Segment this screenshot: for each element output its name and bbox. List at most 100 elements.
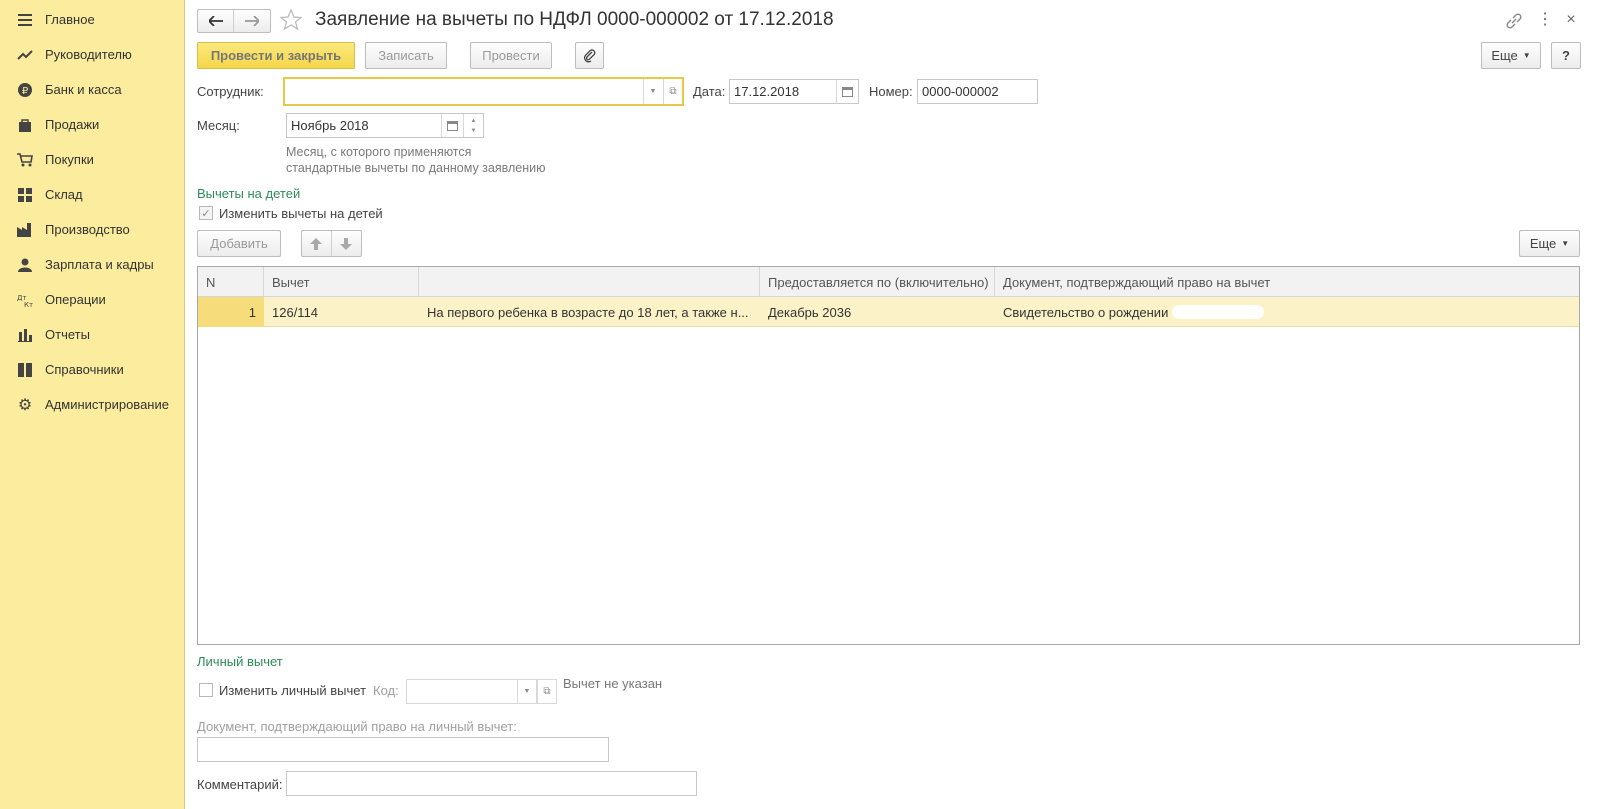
employee-open-button[interactable]: ⧉ <box>663 79 682 104</box>
sidebar-item-bank[interactable]: ₽ Банк и касса <box>0 72 184 107</box>
calendar-icon <box>842 87 853 97</box>
date-value: 17.12.2018 <box>734 84 800 99</box>
post-button[interactable]: Провести <box>470 42 552 69</box>
column-header-description[interactable] <box>419 267 760 297</box>
book-icon <box>16 362 34 378</box>
date-label: Дата: <box>693 84 726 99</box>
column-header-document[interactable]: Документ, подтверждающий право на вычет <box>995 267 1581 297</box>
date-calendar-button[interactable] <box>836 80 858 103</box>
sidebar-item-operations[interactable]: Дт Кт Операции <box>0 282 184 317</box>
chevron-down-icon[interactable]: ▼ <box>471 126 477 136</box>
personal-document-label: Документ, подтверждающий право на личный… <box>197 719 517 734</box>
trend-icon <box>16 47 34 63</box>
sidebar-item-label: Отчеты <box>45 327 90 342</box>
sidebar-item-production[interactable]: Производство <box>0 212 184 247</box>
chevron-down-icon: ▼ <box>649 88 657 95</box>
code-open-button[interactable]: ⧉ <box>537 679 557 704</box>
calendar-icon <box>447 121 458 131</box>
move-buttons <box>301 230 362 257</box>
sidebar-item-admin[interactable]: ⚙ Администрирование <box>0 387 184 422</box>
ruble-icon: ₽ <box>16 82 34 98</box>
sidebar-item-catalogs[interactable]: Справочники <box>0 352 184 387</box>
sidebar-item-warehouse[interactable]: Склад <box>0 177 184 212</box>
employee-field[interactable]: ▼ ⧉ <box>283 77 684 106</box>
more-vertical-icon[interactable]: ⋮ <box>1537 11 1553 31</box>
more-button[interactable]: Еще ▼ <box>1481 42 1541 69</box>
table-row[interactable]: 1 126/114 На первого ребенка в возрасте … <box>198 297 1579 327</box>
open-window-icon: ⧉ <box>669 86 677 97</box>
paperclip-icon <box>583 48 595 62</box>
change-personal-checkbox[interactable] <box>199 683 213 697</box>
code-dropdown-button[interactable]: ▼ <box>517 680 536 703</box>
personal-document-field[interactable] <box>197 737 609 762</box>
save-button[interactable]: Записать <box>365 42 447 69</box>
change-personal-label: Изменить личный вычет <box>219 683 367 698</box>
post-and-close-button[interactable]: Провести и закрыть <box>197 42 355 69</box>
month-value: Ноябрь 2018 <box>291 118 369 133</box>
employee-dropdown-button[interactable]: ▼ <box>643 79 662 104</box>
month-label: Месяц: <box>197 118 240 133</box>
page-title: Заявление на вычеты по НДФЛ 0000-000002 … <box>315 9 834 30</box>
table-more-button[interactable]: Еще ▼ <box>1519 230 1580 257</box>
link-icon[interactable] <box>1505 12 1523 30</box>
change-children-checkbox[interactable]: ✓ <box>199 206 213 220</box>
number-field[interactable]: 0000-000002 <box>917 79 1038 104</box>
factory-icon <box>16 222 34 238</box>
checkmark-icon: ✓ <box>201 207 211 220</box>
sidebar-item-label: Операции <box>45 292 106 307</box>
month-field[interactable]: Ноябрь 2018 ▲ ▼ <box>286 113 484 138</box>
move-up-button[interactable] <box>302 231 332 256</box>
favorite-star-icon[interactable] <box>279 8 303 32</box>
cell-document-text: Свидетельство о рождении <box>1003 304 1169 320</box>
cell-until: Декабрь 2036 <box>768 304 852 320</box>
code-field[interactable]: ▼ <box>406 679 537 704</box>
number-label: Номер: <box>869 84 913 99</box>
sidebar-item-main[interactable]: Главное <box>0 2 184 37</box>
forward-button[interactable] <box>234 10 270 32</box>
bag-icon <box>16 117 34 133</box>
column-header-n[interactable]: N <box>198 267 264 297</box>
sidebar-item-label: Администрирование <box>45 397 169 412</box>
svg-text:₽: ₽ <box>22 86 29 97</box>
redacted-area <box>1172 305 1265 319</box>
date-field[interactable]: 17.12.2018 <box>729 79 859 104</box>
warehouse-icon <box>16 187 34 203</box>
number-value: 0000-000002 <box>922 84 999 99</box>
person-icon <box>16 257 34 273</box>
sidebar-item-purchases[interactable]: Покупки <box>0 142 184 177</box>
attachment-button[interactable] <box>575 42 604 69</box>
sidebar-item-sales[interactable]: Продажи <box>0 107 184 142</box>
sidebar-item-label: Производство <box>45 222 130 237</box>
cell-n: 1 <box>198 297 264 327</box>
children-table: N Вычет Предоставляется по (включительно… <box>197 266 1580 645</box>
column-header-until[interactable]: Предоставляется по (включительно) <box>760 267 995 297</box>
comment-field[interactable] <box>286 771 697 796</box>
sidebar-item-label: Склад <box>45 187 83 202</box>
column-header-deduction[interactable]: Вычет <box>264 267 419 297</box>
table-more-label: Еще <box>1529 236 1557 251</box>
chevron-up-icon[interactable]: ▲ <box>471 116 477 126</box>
month-hint-line: стандартные вычеты по данному заявлению <box>286 161 546 175</box>
month-calendar-button[interactable] <box>441 114 463 137</box>
dt-kt-icon: Дт Кт <box>16 292 34 308</box>
comment-label: Комментарий: <box>197 777 283 792</box>
close-icon[interactable]: × <box>1563 11 1579 29</box>
gear-icon: ⚙ <box>17 396 33 414</box>
sidebar-item-manager[interactable]: Руководителю <box>0 37 184 72</box>
chevron-down-icon: ▼ <box>523 688 531 695</box>
move-down-button[interactable] <box>332 231 361 256</box>
arrow-left-icon <box>208 16 223 26</box>
personal-status-text: Вычет не указан <box>563 676 663 691</box>
help-button[interactable]: ? <box>1551 42 1581 69</box>
sidebar-item-salary[interactable]: Зарплата и кадры <box>0 247 184 282</box>
arrow-up-icon <box>310 237 323 250</box>
employee-label: Сотрудник: <box>197 84 264 99</box>
back-button[interactable] <box>198 10 235 32</box>
add-button[interactable]: Добавить <box>197 230 281 257</box>
menu-icon <box>16 12 34 28</box>
sidebar-item-reports[interactable]: Отчеты <box>0 317 184 352</box>
arrow-down-icon <box>340 237 353 250</box>
month-stepper[interactable]: ▲ ▼ <box>463 114 483 137</box>
chevron-down-icon: ▼ <box>1561 239 1570 248</box>
document-form: Заявление на вычеты по НДФЛ 0000-000002 … <box>185 0 1600 809</box>
